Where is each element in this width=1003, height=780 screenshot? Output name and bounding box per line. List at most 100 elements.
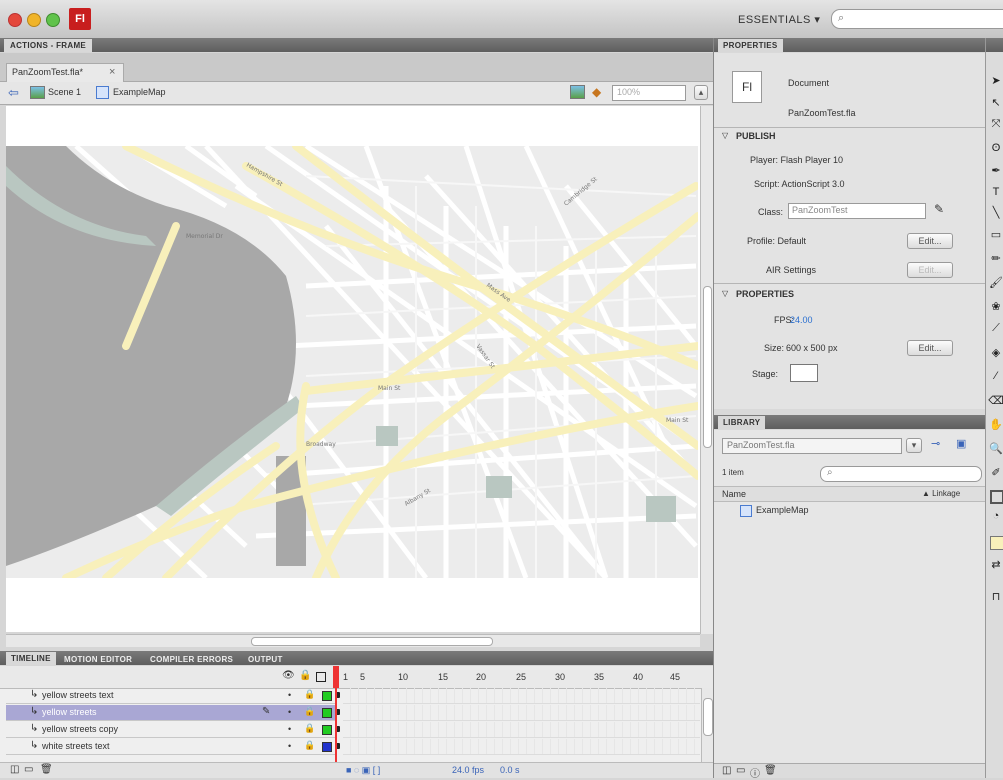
lock-icon[interactable]: 🔒 (304, 740, 315, 751)
stroke-color-icon[interactable]: ✐ (988, 466, 1003, 482)
stage-vertical-scrollbar[interactable] (700, 106, 713, 634)
lock-icon[interactable]: 🔒 (304, 689, 315, 700)
tab-properties[interactable]: PROPERTIES (718, 39, 783, 52)
lock-icon[interactable]: 🔒 (299, 670, 311, 681)
layer-frames[interactable] (335, 722, 700, 738)
actions-panel-header[interactable]: ACTIONS - FRAME (0, 38, 713, 52)
pencil-tool-icon[interactable]: ✏ (988, 252, 1003, 268)
library-search-input[interactable]: ⌕ (820, 466, 982, 482)
outline-icon[interactable] (316, 672, 326, 682)
eyedropper-tool-icon[interactable]: ⁄ (988, 370, 1003, 386)
subselection-tool-icon[interactable]: ↖ (988, 96, 1003, 112)
edit-symbols-icon[interactable]: ◆ (592, 85, 601, 99)
new-layer-icon[interactable]: ◫ (10, 764, 19, 775)
back-arrow-icon[interactable]: ⇦ (8, 85, 19, 101)
symbol-breadcrumb[interactable]: ExampleMap (113, 87, 166, 97)
document-tab[interactable]: PanZoomTest.fla* × (6, 63, 124, 82)
close-tab-icon[interactable]: × (109, 66, 115, 78)
edit-class-pencil-icon[interactable]: ✎ (934, 202, 944, 216)
properties-section-header[interactable]: PROPERTIES (736, 289, 794, 299)
pen-tool-icon[interactable]: ✒ (988, 164, 1003, 180)
new-folder-icon[interactable]: ▭ (736, 765, 745, 776)
horizontal-scroll-thumb[interactable] (251, 637, 493, 646)
example-map[interactable]: Memorial Dr Mass Ave Main St Broadway Ha… (6, 146, 698, 578)
layer-row[interactable]: ↳ yellow streets copy • 🔒 (6, 722, 335, 738)
tab-timeline[interactable]: TIMELINE (6, 652, 56, 665)
paint-bucket-tool-icon[interactable]: ◈ (988, 346, 1003, 362)
zoom-dropdown-button[interactable]: ▴ (694, 85, 708, 100)
lasso-tool-icon[interactable]: ʘ (988, 142, 1003, 158)
layer-color-swatch[interactable] (322, 725, 332, 735)
lock-icon[interactable]: 🔒 (304, 706, 315, 717)
timeline-vertical-scrollbar[interactable] (701, 688, 713, 762)
time-readout[interactable]: 0.0 s (500, 765, 520, 775)
properties-icon[interactable]: ⓘ (750, 765, 760, 780)
zoom-tool-icon[interactable]: 🔍 (988, 442, 1003, 458)
class-input[interactable]: PanZoomTest (788, 203, 926, 219)
eye-icon[interactable]: 👁 (282, 670, 295, 681)
stage-horizontal-scrollbar[interactable] (6, 634, 700, 647)
publish-collapse-icon[interactable]: ▽ (722, 131, 728, 140)
actions-frame-tab[interactable]: ACTIONS - FRAME (4, 39, 93, 52)
new-folder-icon[interactable]: ▭ (24, 764, 33, 775)
air-edit-button[interactable]: Edit... (907, 262, 953, 278)
layer-row[interactable]: ↳ yellow streets text • 🔒 (6, 688, 335, 704)
edit-scene-icon[interactable] (570, 85, 585, 99)
timeline-scroll-thumb[interactable] (703, 698, 713, 736)
stage-color-swatch[interactable] (790, 364, 818, 382)
stroke-color-swatch[interactable] (990, 490, 1003, 504)
visibility-dot-icon[interactable]: • (288, 724, 291, 734)
fps-readout[interactable]: 24.0 fps (452, 765, 484, 775)
tab-compiler-errors[interactable]: COMPILER ERRORS (150, 653, 233, 666)
tab-output[interactable]: OUTPUT (248, 653, 283, 666)
hand-tool-icon[interactable]: ✋ (988, 418, 1003, 434)
layer-frames[interactable] (335, 739, 700, 755)
rectangle-tool-icon[interactable]: ▭ (988, 228, 1003, 244)
delete-layer-icon[interactable]: 🗑 (40, 764, 53, 775)
library-select-dropdown[interactable]: ▾ (906, 438, 922, 453)
close-window-button[interactable] (8, 13, 22, 27)
layer-row[interactable]: ↳ yellow streets ✎ • 🔒 (6, 705, 335, 721)
free-transform-tool-icon[interactable]: ⤧ (988, 118, 1003, 134)
layer-color-swatch[interactable] (322, 691, 332, 701)
snap-magnet-icon[interactable]: ⊓ (988, 590, 1003, 606)
eraser-tool-icon[interactable]: ⌫ (988, 394, 1003, 410)
tab-motion-editor[interactable]: MOTION EDITOR (64, 653, 132, 666)
fps-value[interactable]: 24.00 (790, 315, 813, 325)
new-library-panel-icon[interactable]: ▣ (956, 437, 966, 450)
column-linkage[interactable]: ▲ Linkage (922, 489, 960, 498)
line-tool-icon[interactable]: ╲ (988, 206, 1003, 222)
brush-tool-icon[interactable]: 🖌 (988, 276, 1003, 292)
fill-color-icon[interactable]: ◔ (988, 510, 1003, 526)
zoom-field[interactable]: 100% (612, 85, 686, 101)
vertical-scroll-thumb[interactable] (703, 286, 712, 448)
list-item[interactable]: ExampleMap (714, 502, 985, 518)
visibility-dot-icon[interactable]: • (288, 690, 291, 700)
zoom-window-button[interactable] (46, 13, 60, 27)
deco-tool-icon[interactable]: ❀ (988, 300, 1003, 316)
visibility-dot-icon[interactable]: • (288, 741, 291, 751)
scene-breadcrumb[interactable]: Scene 1 (48, 87, 81, 97)
layer-frames[interactable] (335, 688, 700, 704)
new-symbol-icon[interactable]: ◫ (722, 765, 731, 776)
library-document-select[interactable]: PanZoomTest.fla (722, 438, 902, 454)
pin-library-icon[interactable]: ⊸ (931, 437, 940, 450)
layer-color-swatch[interactable] (322, 742, 332, 752)
column-name[interactable]: Name (722, 489, 746, 499)
help-search-input[interactable]: ⌕ (831, 9, 1003, 29)
playhead[interactable] (333, 666, 339, 688)
workspace-switcher[interactable]: ESSENTIALS ▾ (738, 13, 820, 26)
size-edit-button[interactable]: Edit... (907, 340, 953, 356)
visibility-dot-icon[interactable]: • (288, 707, 291, 717)
minimize-window-button[interactable] (27, 13, 41, 27)
profile-edit-button[interactable]: Edit... (907, 233, 953, 249)
bone-tool-icon[interactable]: ⟋ (988, 322, 1003, 338)
publish-section-header[interactable]: PUBLISH (736, 131, 776, 141)
fill-color-swatch[interactable] (990, 536, 1003, 550)
properties-collapse-icon[interactable]: ▽ (722, 289, 728, 298)
layer-row[interactable]: ↳ white streets text • 🔒 (6, 739, 335, 755)
layer-frames[interactable] (335, 705, 700, 721)
swap-colors-icon[interactable]: ⇄ (988, 558, 1003, 574)
delete-icon[interactable]: 🗑 (764, 765, 777, 776)
selection-tool-icon[interactable]: ➤ (988, 74, 1003, 90)
